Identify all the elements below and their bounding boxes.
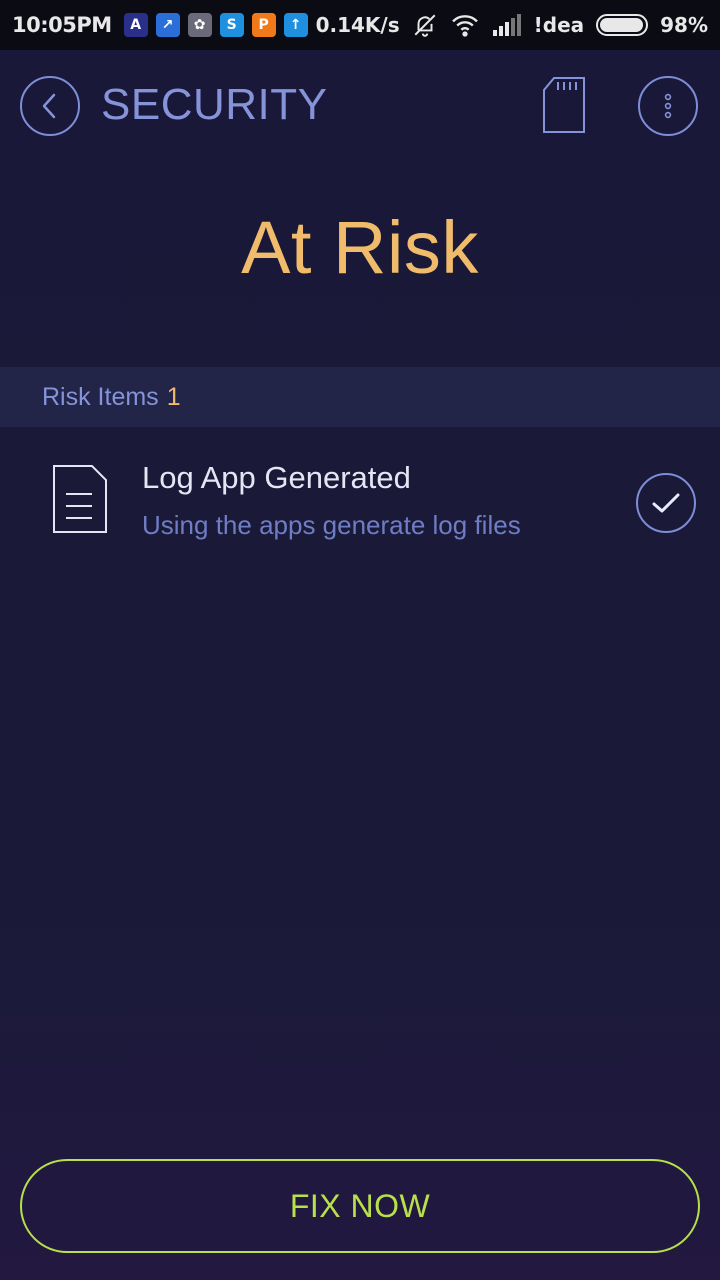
battery-percent: 98% (660, 13, 708, 37)
risk-item-title: Log App Generated (142, 460, 411, 495)
status-time: 10:05PM (12, 13, 112, 37)
carrier-name: !dea (533, 13, 585, 37)
app-chart-icon: ↗ (155, 13, 180, 37)
bell-off-icon (414, 14, 436, 37)
status-right: 0.14K/s !dea 98% (316, 12, 708, 38)
status-bar: 10:05PM A ↗ ✿ S P ↑ 0.14K/s !dea 98% (0, 0, 720, 50)
risk-item-description: Using the apps generate log files (142, 510, 521, 540)
chevron-left-icon (42, 93, 56, 119)
risk-items-header: Risk Items 1 (0, 367, 720, 427)
wifi-icon (451, 15, 478, 37)
fix-now-button[interactable]: FIX NOW (20, 1159, 700, 1253)
app-a-icon: A (123, 13, 148, 37)
document-icon (52, 464, 108, 534)
battery-fill (600, 18, 644, 32)
sd-card-icon (543, 77, 585, 133)
signal-icon (492, 14, 521, 36)
more-options-button[interactable] (638, 76, 698, 136)
risk-items-label: Risk Items (42, 382, 159, 411)
back-button[interactable] (20, 76, 80, 136)
risk-items-count: 1 (166, 382, 181, 411)
header: SECURITY (0, 50, 720, 160)
risk-item-checkbox[interactable] (636, 473, 696, 533)
list-item[interactable]: Log App Generated Using the apps generat… (0, 440, 720, 560)
risk-status-heading: At Risk (241, 206, 479, 289)
page-title: SECURITY (101, 80, 328, 129)
notification-icons: A ↗ ✿ S P ↑ (123, 13, 308, 37)
sd-card-button[interactable] (540, 76, 588, 134)
upload-icon: ↑ (283, 13, 308, 37)
skype-icon: S (219, 13, 244, 37)
app-pinwheel-icon: ✿ (187, 13, 212, 37)
check-icon (652, 493, 680, 513)
app-orange-icon: P (251, 13, 276, 37)
network-speed: 0.14K/s (315, 13, 400, 37)
more-vertical-icon (664, 93, 672, 119)
battery-icon (596, 14, 649, 36)
